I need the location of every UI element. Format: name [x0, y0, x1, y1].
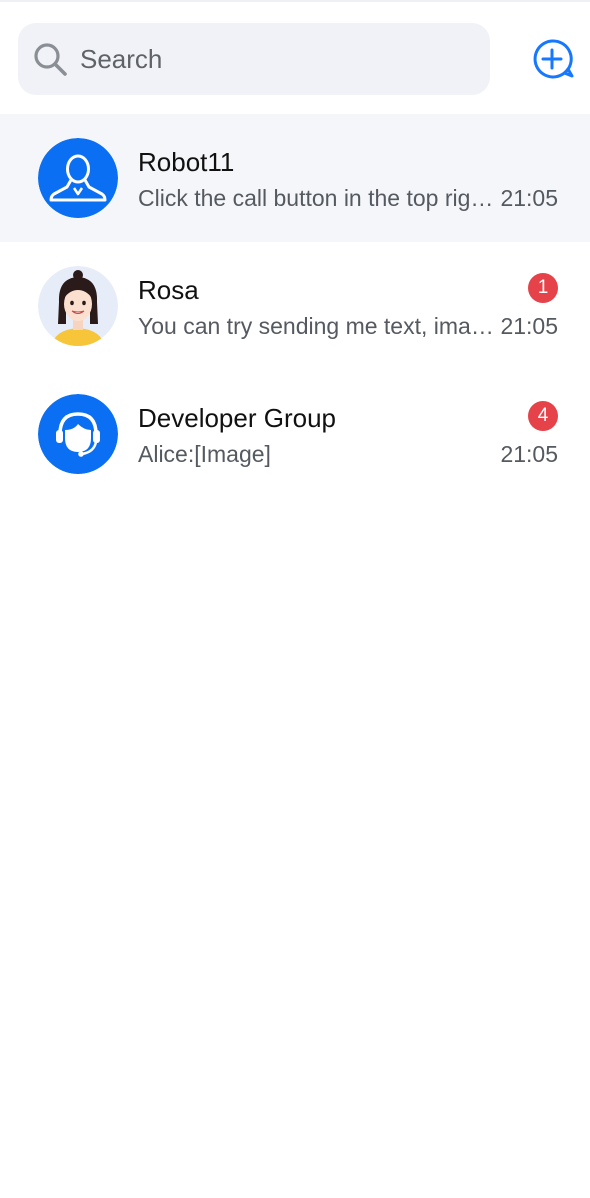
- conversation-name: Robot11: [138, 147, 235, 177]
- conversation-time: 21:05: [500, 185, 558, 211]
- search-box[interactable]: [18, 23, 490, 95]
- search-input[interactable]: [80, 39, 470, 79]
- conversation-name: Developer Group: [138, 403, 336, 433]
- conversation-time: 21:05: [500, 313, 558, 339]
- add-chat-icon: [530, 39, 576, 84]
- search-icon: [32, 41, 68, 77]
- robot-avatar-icon: [38, 138, 118, 218]
- rosa-avatar: [38, 266, 118, 346]
- unread-badge: 1: [528, 273, 558, 303]
- chat-list-screen: Robot11 Click the call button in the top…: [0, 0, 590, 1198]
- unread-badge: 4: [528, 401, 558, 431]
- add-chat-button[interactable]: [530, 38, 576, 80]
- conversation-item-rosa[interactable]: Rosa 1 You can try sending me text, imag…: [0, 242, 590, 370]
- top-bar: [0, 2, 590, 112]
- conversation-item-developer-group[interactable]: Developer Group 4 Alice:[Image] 21:05: [0, 370, 590, 498]
- conversation-item-robot11[interactable]: Robot11 Click the call button in the top…: [0, 114, 590, 242]
- conversation-preview: You can try sending me text, images and …: [138, 313, 494, 339]
- conversation-list: Robot11 Click the call button in the top…: [0, 114, 590, 498]
- conversation-time: 21:05: [500, 441, 558, 467]
- conversation-name: Rosa: [138, 275, 199, 305]
- conversation-preview: Click the call button in the top right c…: [138, 185, 494, 211]
- group-support-avatar-icon: [38, 394, 118, 474]
- conversation-preview: Alice:[Image]: [138, 441, 271, 467]
